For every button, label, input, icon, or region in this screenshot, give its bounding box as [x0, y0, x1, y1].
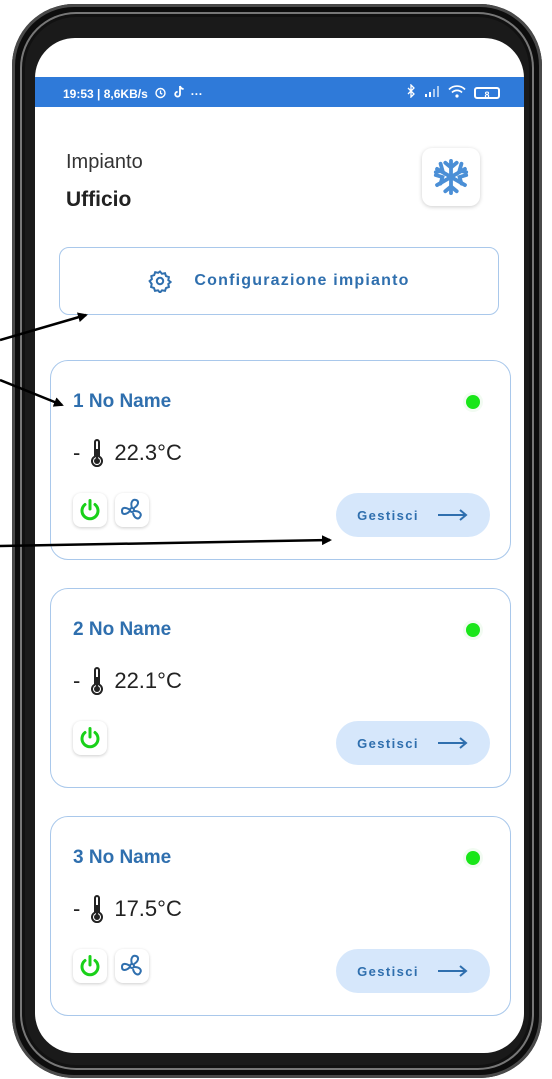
signal-icon [424, 85, 440, 100]
power-icon [80, 955, 100, 977]
zone-temperature-row: - 22.1°C [73, 667, 182, 695]
zone-temperature: 22.3°C [114, 440, 182, 465]
zone-temperature: 17.5°C [114, 896, 182, 921]
thermometer-icon [91, 439, 104, 467]
power-icon [80, 499, 100, 521]
zone-temperature-row: - 22.3°C [73, 439, 182, 467]
manage-button[interactable]: Gestisci [336, 493, 490, 537]
manage-label: Gestisci [357, 507, 419, 523]
temp-prefix: - [73, 440, 81, 465]
fan-icon [120, 954, 142, 976]
power-toggle[interactable] [73, 721, 107, 755]
zone-status-indicator [466, 623, 480, 637]
zone-temperature-row: - 17.5°C [73, 895, 182, 923]
zone-status-indicator [466, 851, 480, 865]
fan-button[interactable] [115, 949, 149, 983]
arrow-right-icon [437, 737, 468, 749]
zone-temperature: 22.1°C [114, 668, 182, 693]
temp-prefix: - [73, 668, 81, 693]
status-time-speed: 19:53 | 8,6KB/s [63, 86, 148, 101]
power-icon [80, 727, 100, 749]
page-label: Impianto [66, 151, 143, 173]
more-notifications: ··· [190, 86, 203, 101]
manage-label: Gestisci [357, 735, 419, 751]
temp-prefix: - [73, 896, 81, 921]
thermometer-icon [91, 895, 104, 923]
zone-name: 2 No Name [73, 619, 172, 640]
manage-button[interactable]: Gestisci [336, 721, 490, 765]
power-toggle[interactable] [73, 949, 107, 983]
alarm-icon [154, 86, 167, 102]
system-configuration-button[interactable]: Configurazione impianto [59, 247, 499, 315]
fan-icon [120, 498, 142, 520]
zone-name: 3 No Name [73, 847, 172, 868]
snowflake-icon [433, 158, 469, 196]
arrow-right-icon [437, 509, 468, 521]
battery-indicator: 8 [474, 86, 500, 100]
zone-status-indicator [466, 395, 480, 409]
manage-button[interactable]: Gestisci [336, 949, 490, 993]
site-name: Ufficio [66, 188, 132, 211]
zone-name: 1 No Name [73, 391, 172, 412]
app-screen: 19:53 | 8,6KB/s ··· 8 Impianto Ufficio C… [35, 38, 524, 1053]
fan-button[interactable] [115, 493, 149, 527]
gear-icon [148, 270, 173, 293]
arrow-right-icon [437, 965, 468, 977]
zone-card-2[interactable]: 2 No Name - 22.1°C Gestisci [50, 588, 511, 788]
mode-button[interactable] [422, 148, 480, 206]
manage-label: Gestisci [357, 963, 419, 979]
bluetooth-icon [407, 83, 416, 101]
tiktok-icon [173, 85, 185, 102]
power-toggle[interactable] [73, 493, 107, 527]
system-configuration-label: Configurazione impianto [194, 272, 410, 289]
thermometer-icon [91, 667, 104, 695]
zone-card-3[interactable]: 3 No Name - 17.5°C Gestisci [50, 816, 511, 1016]
wifi-icon [448, 84, 466, 101]
status-bar: 19:53 | 8,6KB/s ··· 8 [35, 77, 524, 107]
zone-card-1[interactable]: 1 No Name - 22.3°C Gestisci [50, 360, 511, 560]
